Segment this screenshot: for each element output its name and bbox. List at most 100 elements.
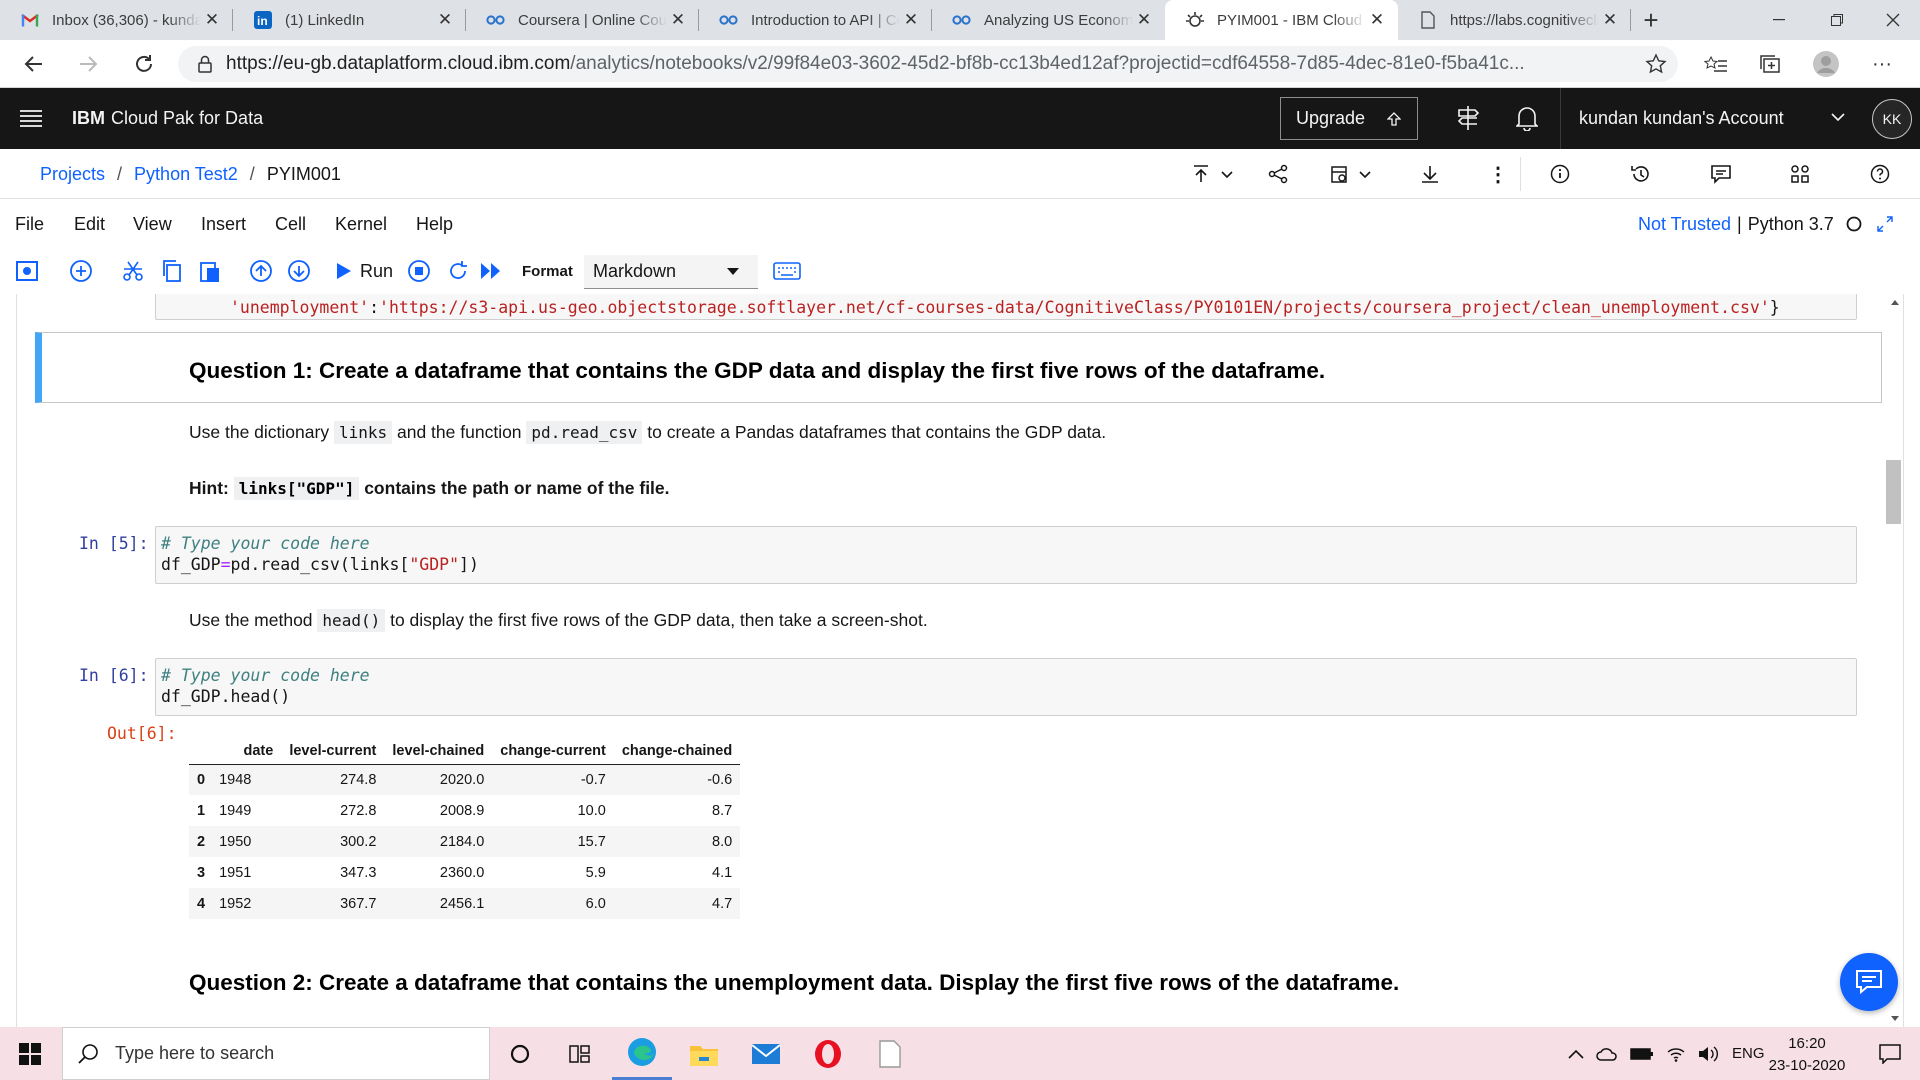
menu-kernel[interactable]: Kernel: [335, 199, 387, 249]
system-clock[interactable]: 16:20 23-10-2020: [1752, 1033, 1862, 1077]
favorite-star-icon[interactable]: [1640, 48, 1672, 80]
upgrade-button[interactable]: Upgrade: [1280, 97, 1418, 140]
browser-tab-gmail[interactable]: Inbox (36,306) - kundan ✕: [0, 0, 233, 40]
scroll-down-arrow-icon[interactable]: [1891, 1016, 1899, 1021]
edge-browser-icon[interactable]: [612, 1027, 672, 1080]
new-tab-button[interactable]: +: [1631, 0, 1671, 40]
url-field[interactable]: https://eu-gb.dataplatform.cloud.ibm.com…: [178, 46, 1678, 82]
taskbar-search[interactable]: Type here to search: [62, 1027, 490, 1080]
menu-help[interactable]: Help: [416, 199, 453, 249]
windows-start-icon[interactable]: [0, 1027, 60, 1080]
battery-icon[interactable]: [1630, 1047, 1654, 1061]
version-icon[interactable]: [1330, 161, 1376, 187]
back-arrow-icon[interactable]: [18, 48, 50, 80]
scrollbar-thumb[interactable]: [1886, 460, 1901, 524]
account-switcher[interactable]: kundan kundan's Account: [1560, 88, 1860, 149]
cut-cell-icon[interactable]: [120, 257, 146, 285]
more-options-icon[interactable]: ···: [1866, 48, 1898, 80]
run-button[interactable]: Run: [336, 257, 398, 285]
tab-close-icon[interactable]: ✕: [1599, 9, 1621, 31]
restart-kernel-icon[interactable]: [445, 257, 471, 285]
browser-tab-labs[interactable]: https://labs.cognitiveclass ✕: [1398, 0, 1631, 40]
code-cell-5[interactable]: # Type your code here df_GDP=pd.read_csv…: [155, 526, 1857, 584]
browser-tab-ibm-active[interactable]: PYIM001 - IBM Cloud P ✕: [1165, 0, 1398, 40]
fast-forward-icon[interactable]: [478, 257, 504, 285]
move-down-icon[interactable]: [286, 257, 312, 285]
signpost-icon[interactable]: [1456, 105, 1480, 131]
user-avatar[interactable]: KK: [1872, 99, 1912, 139]
forward-arrow-icon[interactable]: [72, 48, 104, 80]
onedrive-icon[interactable]: [1596, 1047, 1618, 1061]
file-explorer-icon[interactable]: [674, 1027, 734, 1080]
mail-icon[interactable]: [736, 1027, 796, 1080]
collections-icon[interactable]: [1754, 48, 1786, 80]
help-icon[interactable]: [1870, 161, 1890, 187]
blank-document-icon[interactable]: [860, 1027, 920, 1080]
volume-icon[interactable]: [1698, 1045, 1720, 1062]
task-view-icon[interactable]: [550, 1027, 610, 1080]
kernel-name[interactable]: Python 3.7: [1748, 214, 1834, 235]
browser-tab-linkedin[interactable]: in (1) LinkedIn ✕: [233, 0, 466, 40]
notification-bell-icon[interactable]: [1516, 105, 1538, 131]
share-icon[interactable]: [1268, 161, 1288, 187]
breadcrumb-project[interactable]: Python Test2: [134, 164, 238, 185]
tab-close-icon[interactable]: ✕: [900, 9, 922, 31]
restore-icon[interactable]: [1808, 0, 1866, 40]
not-trusted-link[interactable]: Not Trusted: [1638, 214, 1731, 235]
overflow-menu-icon[interactable]: ⋮: [1488, 161, 1508, 187]
wifi-icon[interactable]: [1666, 1046, 1686, 1062]
md-text: Use the method: [189, 610, 313, 630]
menu-cell[interactable]: Cell: [275, 199, 306, 249]
publish-icon[interactable]: [1192, 161, 1236, 187]
browser-tab-coursera-api[interactable]: Introduction to API | Co ✕: [699, 0, 932, 40]
close-window-icon[interactable]: [1864, 0, 1920, 40]
selected-markdown-cell[interactable]: Question 1: Create a dataframe that cont…: [35, 332, 1882, 403]
page-icon: [1418, 10, 1438, 30]
menu-view[interactable]: View: [133, 199, 172, 249]
find-resources-icon[interactable]: [1790, 161, 1810, 187]
insert-cell-icon[interactable]: [68, 257, 94, 285]
menu-edit[interactable]: Edit: [74, 199, 105, 249]
profile-avatar-icon[interactable]: [1810, 48, 1842, 80]
favorites-list-icon[interactable]: [1700, 48, 1732, 80]
comments-icon[interactable]: [1710, 161, 1732, 187]
paste-cell-icon[interactable]: [198, 257, 222, 285]
refresh-icon[interactable]: [128, 48, 160, 80]
screenshot-icon[interactable]: [14, 257, 40, 285]
history-icon[interactable]: [1630, 161, 1652, 187]
keyboard-shortcuts-icon[interactable]: [772, 257, 802, 285]
table-cell: 2360.0: [439, 864, 485, 881]
product-name[interactable]: IBM Cloud Pak for Data: [72, 88, 263, 149]
browser-tab-coursera-econ[interactable]: Analyzing US Economic ✕: [932, 0, 1165, 40]
linkedin-icon: in: [253, 10, 273, 30]
chevron-up-icon[interactable]: [1568, 1049, 1584, 1059]
copy-cell-icon[interactable]: [160, 257, 184, 285]
tab-close-icon[interactable]: ✕: [1133, 9, 1155, 31]
inline-code: links["GDP"]: [233, 477, 360, 500]
menu-insert[interactable]: Insert: [201, 199, 246, 249]
minimize-icon[interactable]: [1750, 0, 1808, 40]
hamburger-menu-icon[interactable]: [20, 108, 42, 128]
chat-icon: [1855, 969, 1883, 995]
expand-icon[interactable]: [1876, 215, 1894, 233]
download-icon[interactable]: [1420, 161, 1440, 187]
notification-center-icon[interactable]: [1860, 1027, 1920, 1080]
menu-file[interactable]: File: [15, 199, 44, 249]
cell-format-select[interactable]: Markdown: [584, 255, 758, 289]
tab-close-icon[interactable]: ✕: [201, 9, 223, 31]
tab-close-icon[interactable]: ✕: [1366, 9, 1388, 31]
scroll-up-arrow-icon[interactable]: [1891, 300, 1899, 305]
code-cell-6[interactable]: # Type your code here df_GDP.head(): [155, 658, 1857, 716]
previous-code-cell[interactable]: 'unemployment':'https://s3-api.us-geo.ob…: [155, 294, 1857, 320]
stop-icon[interactable]: [406, 257, 432, 285]
chat-support-button[interactable]: [1840, 953, 1898, 1011]
notebook-scrollbar[interactable]: [1884, 294, 1904, 1027]
breadcrumb-projects[interactable]: Projects: [40, 164, 105, 185]
cortana-icon[interactable]: [490, 1027, 550, 1080]
browser-tab-coursera[interactable]: Coursera | Online Cour ✕: [466, 0, 699, 40]
tab-close-icon[interactable]: ✕: [667, 9, 689, 31]
move-up-icon[interactable]: [248, 257, 274, 285]
info-icon[interactable]: [1550, 161, 1570, 187]
tab-close-icon[interactable]: ✕: [434, 9, 456, 31]
opera-icon[interactable]: [798, 1027, 858, 1080]
